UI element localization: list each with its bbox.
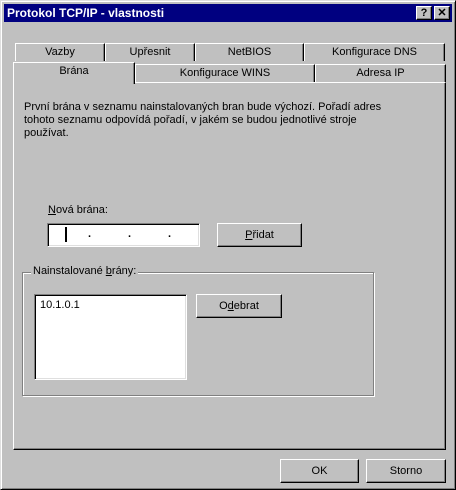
- tab-label: Adresa IP: [356, 67, 405, 79]
- mnemonic: N: [48, 204, 56, 216]
- tab-label: Upřesnit: [129, 46, 171, 58]
- question-mark-icon: ?: [420, 7, 428, 19]
- button-label-rest: ebrat: [233, 300, 259, 312]
- new-gateway-ip-input[interactable]: . . .: [47, 223, 200, 247]
- tab-brana[interactable]: Brána: [13, 62, 135, 84]
- ip-separator: .: [168, 228, 172, 240]
- list-item[interactable]: 10.1.0.1: [40, 299, 80, 311]
- tab-netbios[interactable]: NetBIOS: [195, 43, 304, 61]
- button-label: Storno: [389, 465, 423, 477]
- close-icon: ✕: [437, 7, 447, 19]
- label-rest: ová brána:: [55, 204, 108, 216]
- add-gateway-button[interactable]: Přidat: [217, 223, 302, 247]
- tab-label: Vazby: [45, 46, 75, 58]
- button-label-rest: řidat: [252, 229, 274, 241]
- remove-gateway-button[interactable]: Odebrat: [196, 294, 282, 318]
- ip-separator: .: [88, 228, 92, 240]
- label-prefix: Nainstalované: [33, 265, 106, 277]
- tab-upresnit[interactable]: Upřesnit: [105, 43, 195, 61]
- tab-label: Brána: [59, 65, 89, 77]
- tab-adresa-ip[interactable]: Adresa IP: [315, 64, 446, 82]
- help-button[interactable]: ?: [416, 6, 432, 20]
- tab-label: Konfigurace DNS: [332, 46, 417, 58]
- ip-separator: .: [128, 228, 132, 240]
- tab-label: NetBIOS: [227, 46, 272, 58]
- button-label: OK: [311, 465, 328, 477]
- label-rest: rány:: [111, 265, 137, 277]
- gateway-description: První brána v seznamu nainstalovaných br…: [24, 101, 382, 139]
- cancel-button[interactable]: Storno: [366, 459, 446, 483]
- installed-gateways-list[interactable]: 10.1.0.1: [34, 294, 187, 380]
- button-label-prefix: O: [219, 300, 228, 312]
- text-cursor: [65, 227, 67, 242]
- ok-button[interactable]: OK: [280, 459, 359, 483]
- new-gateway-label: Nová brána:: [48, 204, 108, 216]
- installed-gateways-group: Nainstalované brány: 10.1.0.1 Odebrat: [22, 265, 374, 396]
- tab-konfigurace-wins[interactable]: Konfigurace WINS: [135, 64, 315, 82]
- installed-gateways-label: Nainstalované brány:: [31, 265, 139, 277]
- tab-label: Konfigurace WINS: [179, 67, 271, 79]
- tab-konfigurace-dns[interactable]: Konfigurace DNS: [304, 43, 445, 61]
- window-title: Protokol TCP/IP - vlastnosti: [7, 6, 165, 20]
- title-bar[interactable]: Protokol TCP/IP - vlastnosti ? ✕: [4, 4, 452, 22]
- tcpip-properties-dialog: Protokol TCP/IP - vlastnosti ? ✕ Vazby U…: [0, 0, 456, 490]
- tab-vazby[interactable]: Vazby: [15, 43, 105, 61]
- close-button[interactable]: ✕: [434, 6, 450, 20]
